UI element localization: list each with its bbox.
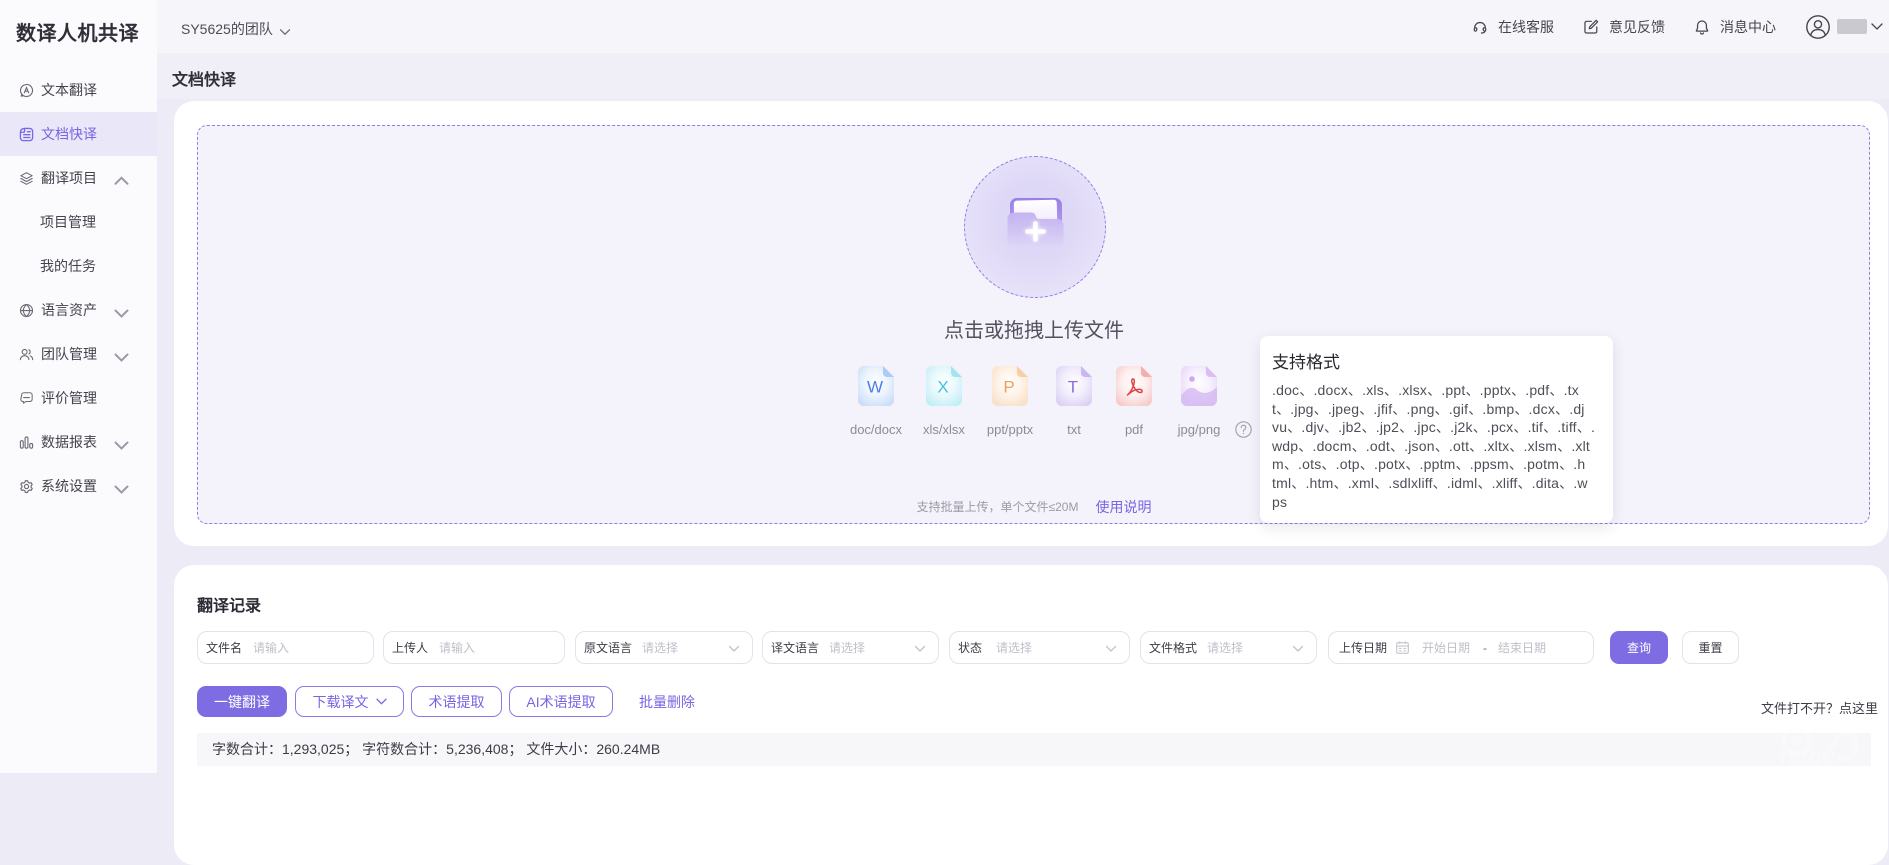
svg-text:T: T [1068, 378, 1078, 397]
svg-text:P: P [1003, 378, 1014, 397]
svg-text:ridge: ridge [1779, 743, 1835, 766]
svg-text:X: X [937, 378, 948, 397]
svg-text:W: W [867, 378, 883, 397]
